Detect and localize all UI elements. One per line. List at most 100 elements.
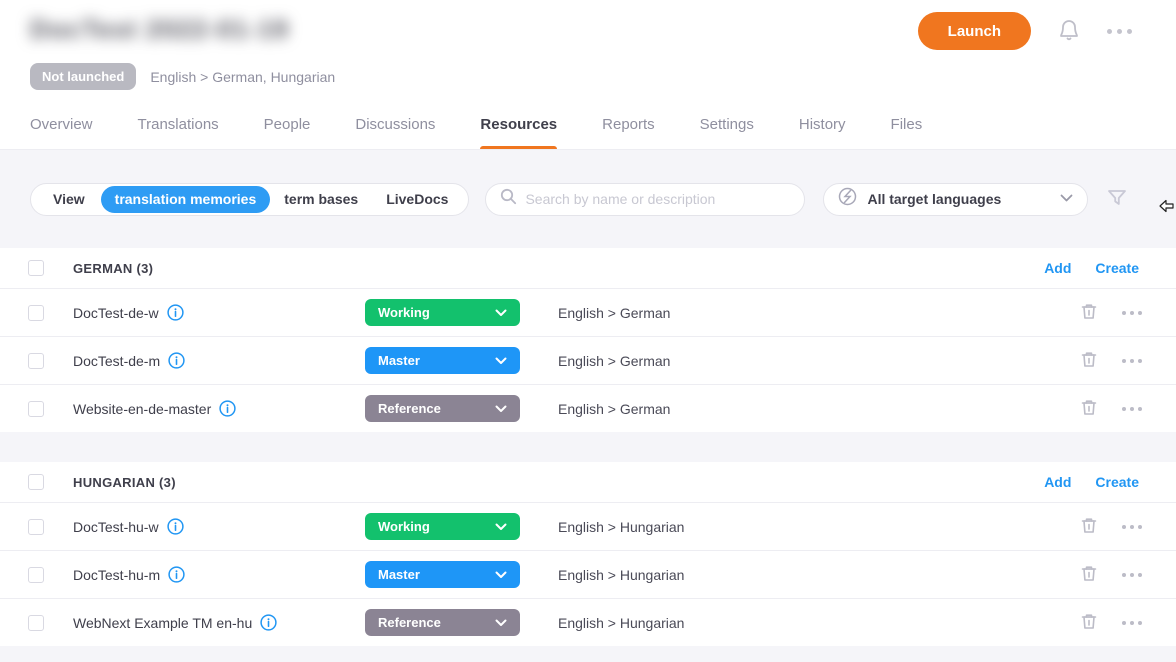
tm-role-value: Reference [378,401,441,416]
tm-name[interactable]: DocTest-de-m [73,353,160,369]
tm-role-dropdown[interactable]: Working [365,299,520,326]
view-switcher: View translation memories term bases Liv… [30,183,469,216]
delete-button[interactable] [1080,350,1098,372]
row-checkbox[interactable] [28,401,44,417]
delete-button[interactable] [1080,302,1098,324]
tm-role-value: Working [378,305,430,320]
table-row: WebNext Example TM en-hu Reference Engli… [0,598,1176,646]
tab-reports[interactable]: Reports [602,116,655,149]
notifications-button[interactable] [1057,18,1081,45]
delete-button[interactable] [1080,564,1098,586]
page-header: DocTest 2022-01-19 Launch Not launched E… [0,0,1176,150]
trash-icon [1080,350,1098,372]
create-link[interactable]: Create [1095,260,1139,276]
row-checkbox[interactable] [28,353,44,369]
target-language-filter[interactable]: All target languages [823,183,1088,216]
chevron-down-icon [495,615,507,630]
trash-icon [1080,398,1098,420]
delete-button[interactable] [1080,516,1098,538]
tm-role-dropdown[interactable]: Master [365,561,520,588]
tm-role-dropdown[interactable]: Reference [365,395,520,422]
trash-icon [1080,516,1098,538]
delete-button[interactable] [1080,612,1098,634]
row-checkbox[interactable] [28,519,44,535]
row-more-button[interactable] [1122,573,1142,577]
tm-name[interactable]: Website-en-de-master [73,401,211,417]
search-box [485,183,805,216]
group-hungarian: HUNGARIAN (3) Add Create DocTest-hu-w Wo… [0,462,1176,646]
tab-files[interactable]: Files [891,116,923,149]
row-more-button[interactable] [1122,407,1142,411]
row-more-button[interactable] [1122,311,1142,315]
create-link[interactable]: Create [1095,474,1139,490]
group-select-checkbox[interactable] [28,474,44,490]
project-language-pair: English > German, Hungarian [150,69,335,85]
view-option-translation-memories[interactable]: translation memories [101,186,271,213]
group-german: GERMAN (3) Add Create DocTest-de-w Worki… [0,248,1176,432]
tab-settings[interactable]: Settings [700,116,754,149]
table-row: DocTest-de-m Master English > German [0,336,1176,384]
tm-role-value: Working [378,519,430,534]
tm-role-dropdown[interactable]: Reference [365,609,520,636]
mouse-cursor [1159,198,1174,219]
ellipsis-icon [1107,29,1132,34]
row-checkbox[interactable] [28,305,44,321]
advanced-filter-button[interactable] [1106,187,1128,212]
add-link[interactable]: Add [1044,474,1071,490]
info-icon[interactable] [260,614,277,631]
tm-language-pair: English > Hungarian [558,567,1080,583]
row-more-button[interactable] [1122,621,1142,625]
info-icon[interactable] [168,352,185,369]
table-row: DocTest-hu-w Working English > Hungarian [0,502,1176,550]
trash-icon [1080,564,1098,586]
tm-role-dropdown[interactable]: Working [365,513,520,540]
tab-people[interactable]: People [264,116,311,149]
tm-name[interactable]: WebNext Example TM en-hu [73,615,252,631]
status-badge: Not launched [30,63,136,90]
info-icon[interactable] [167,304,184,321]
tab-translations[interactable]: Translations [138,116,219,149]
main-tabs: Overview Translations People Discussions… [30,116,967,149]
tm-role-value: Master [378,567,420,582]
chevron-down-icon [495,567,507,582]
tm-language-pair: English > German [558,401,1080,417]
tab-overview[interactable]: Overview [30,116,93,149]
header-more-button[interactable] [1107,29,1132,34]
delete-button[interactable] [1080,398,1098,420]
chevron-down-icon [495,305,507,320]
target-language-filter-value: All target languages [867,191,1060,207]
group-title: GERMAN (3) [73,261,153,276]
tab-resources[interactable]: Resources [480,116,557,149]
funnel-icon [1106,187,1128,212]
tm-role-value: Master [378,353,420,368]
globe-icon [838,187,857,211]
row-checkbox[interactable] [28,567,44,583]
view-label[interactable]: View [37,191,101,207]
launch-button[interactable]: Launch [918,12,1031,50]
row-more-button[interactable] [1122,525,1142,529]
group-title: HUNGARIAN (3) [73,475,176,490]
tm-name[interactable]: DocTest-hu-w [73,519,159,535]
info-icon[interactable] [167,518,184,535]
tm-name[interactable]: DocTest-hu-m [73,567,160,583]
row-checkbox[interactable] [28,615,44,631]
table-row: Website-en-de-master Reference English >… [0,384,1176,432]
tm-role-dropdown[interactable]: Master [365,347,520,374]
group-header: GERMAN (3) Add Create [0,248,1176,288]
search-icon [500,188,517,210]
tab-discussions[interactable]: Discussions [355,116,435,149]
tm-language-pair: English > German [558,353,1080,369]
tm-name[interactable]: DocTest-de-w [73,305,159,321]
tab-history[interactable]: History [799,116,846,149]
view-option-term-bases[interactable]: term bases [270,186,372,213]
resource-list: GERMAN (3) Add Create DocTest-de-w Worki… [0,248,1176,646]
row-more-button[interactable] [1122,359,1142,363]
search-input[interactable] [525,191,790,207]
tm-language-pair: English > Hungarian [558,519,1080,535]
info-icon[interactable] [168,566,185,583]
view-option-livedocs[interactable]: LiveDocs [372,186,462,213]
add-link[interactable]: Add [1044,260,1071,276]
chevron-down-icon [495,519,507,534]
group-select-checkbox[interactable] [28,260,44,276]
info-icon[interactable] [219,400,236,417]
